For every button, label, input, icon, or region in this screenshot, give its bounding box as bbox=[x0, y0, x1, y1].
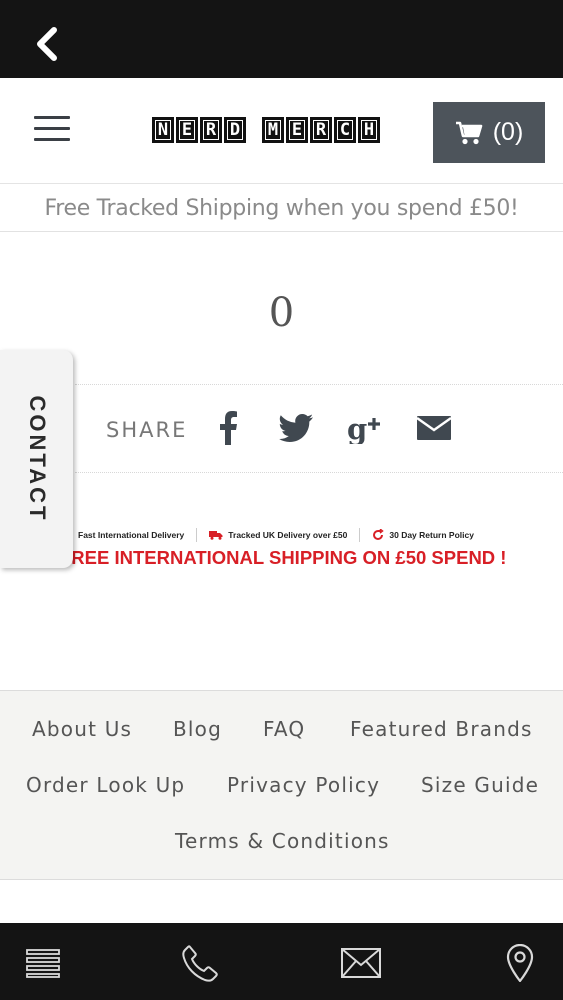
logo-letter: R bbox=[200, 117, 222, 143]
contact-tab[interactable]: CONTACT bbox=[0, 350, 73, 568]
footer-links: About Us Blog FAQ Featured Brands Order … bbox=[0, 690, 563, 880]
twitter-share-button[interactable] bbox=[278, 408, 314, 448]
chevron-left-icon bbox=[37, 27, 57, 61]
back-button[interactable] bbox=[30, 24, 64, 64]
bottom-nav-location-button[interactable] bbox=[502, 943, 538, 983]
cart-button[interactable]: (0) bbox=[433, 102, 545, 163]
footer-link-order-look-up[interactable]: Order Look Up bbox=[26, 773, 185, 797]
logo-letter: H bbox=[358, 117, 380, 143]
footer-link-terms[interactable]: Terms & Conditions bbox=[175, 829, 390, 853]
footer-link-size-guide[interactable]: Size Guide bbox=[421, 773, 539, 797]
shipping-promo-strip: Free Tracked Shipping when you spend £50… bbox=[0, 185, 563, 232]
hamburger-menu-button[interactable] bbox=[34, 114, 72, 144]
banner-feature: 30 Day Return Policy bbox=[372, 528, 474, 542]
banner-feature: Fast International Delivery bbox=[78, 530, 185, 540]
menu-line bbox=[34, 127, 70, 130]
logo-letter: C bbox=[334, 117, 356, 143]
phone-icon bbox=[182, 945, 218, 982]
menu-line bbox=[34, 116, 70, 119]
truck-icon bbox=[209, 531, 223, 540]
google-plus-share-button[interactable]: g bbox=[346, 408, 384, 448]
logo-letter: E bbox=[176, 117, 198, 143]
footer-link-blog[interactable]: Blog bbox=[173, 717, 222, 741]
banner-features: Fast International Delivery Tracked UK D… bbox=[78, 528, 474, 542]
mail-icon bbox=[341, 948, 381, 978]
list-icon bbox=[26, 949, 60, 978]
twitter-icon bbox=[279, 414, 313, 442]
nerd-merch-logo[interactable]: N E R D M E R C H bbox=[152, 117, 380, 143]
facebook-share-button[interactable] bbox=[214, 408, 242, 448]
email-share-button[interactable] bbox=[416, 408, 452, 448]
logo-letter: M bbox=[262, 117, 284, 143]
menu-line bbox=[34, 138, 70, 141]
bottom-nav-phone-button[interactable] bbox=[180, 943, 222, 983]
divider bbox=[75, 472, 563, 473]
share-row: SHARE g bbox=[0, 400, 563, 458]
location-pin-icon bbox=[506, 944, 534, 982]
footer-link-privacy-policy[interactable]: Privacy Policy bbox=[227, 773, 380, 797]
cart-count: (0) bbox=[492, 118, 524, 146]
logo-letter: R bbox=[310, 117, 332, 143]
bottom-nav-menu-button[interactable] bbox=[24, 943, 64, 983]
footer-link-about-us[interactable]: About Us bbox=[32, 717, 132, 741]
shipping-banner[interactable]: Fast International Delivery Tracked UK D… bbox=[60, 522, 530, 572]
cart-icon bbox=[455, 121, 483, 144]
contact-tab-label: CONTACT bbox=[24, 395, 50, 523]
promo-text: Free Tracked Shipping when you spend £50… bbox=[44, 195, 519, 221]
google-plus-icon: g bbox=[347, 412, 380, 444]
share-label: SHARE bbox=[106, 418, 188, 442]
email-icon bbox=[417, 416, 451, 440]
return-arrow-icon bbox=[373, 529, 385, 540]
bottom-nav-mail-button[interactable] bbox=[340, 943, 382, 983]
banner-feature: Tracked UK Delivery over £50 bbox=[209, 528, 347, 542]
zero-value: 0 bbox=[268, 290, 295, 336]
logo-letter: E bbox=[286, 117, 308, 143]
site-header: N E R D M E R C H (0) bbox=[0, 78, 563, 184]
divider bbox=[75, 384, 563, 385]
svg-text:g: g bbox=[347, 412, 367, 444]
footer-link-faq[interactable]: FAQ bbox=[263, 717, 305, 741]
top-bar bbox=[0, 0, 563, 78]
footer-link-featured-brands[interactable]: Featured Brands bbox=[350, 717, 533, 741]
bottom-nav-bar bbox=[0, 923, 563, 1000]
logo-letter: D bbox=[224, 117, 246, 143]
facebook-icon bbox=[220, 411, 237, 445]
logo-letter: N bbox=[152, 117, 174, 143]
banner-headline: FREE INTERNATIONAL SHIPPING ON £50 SPEND… bbox=[60, 547, 507, 568]
